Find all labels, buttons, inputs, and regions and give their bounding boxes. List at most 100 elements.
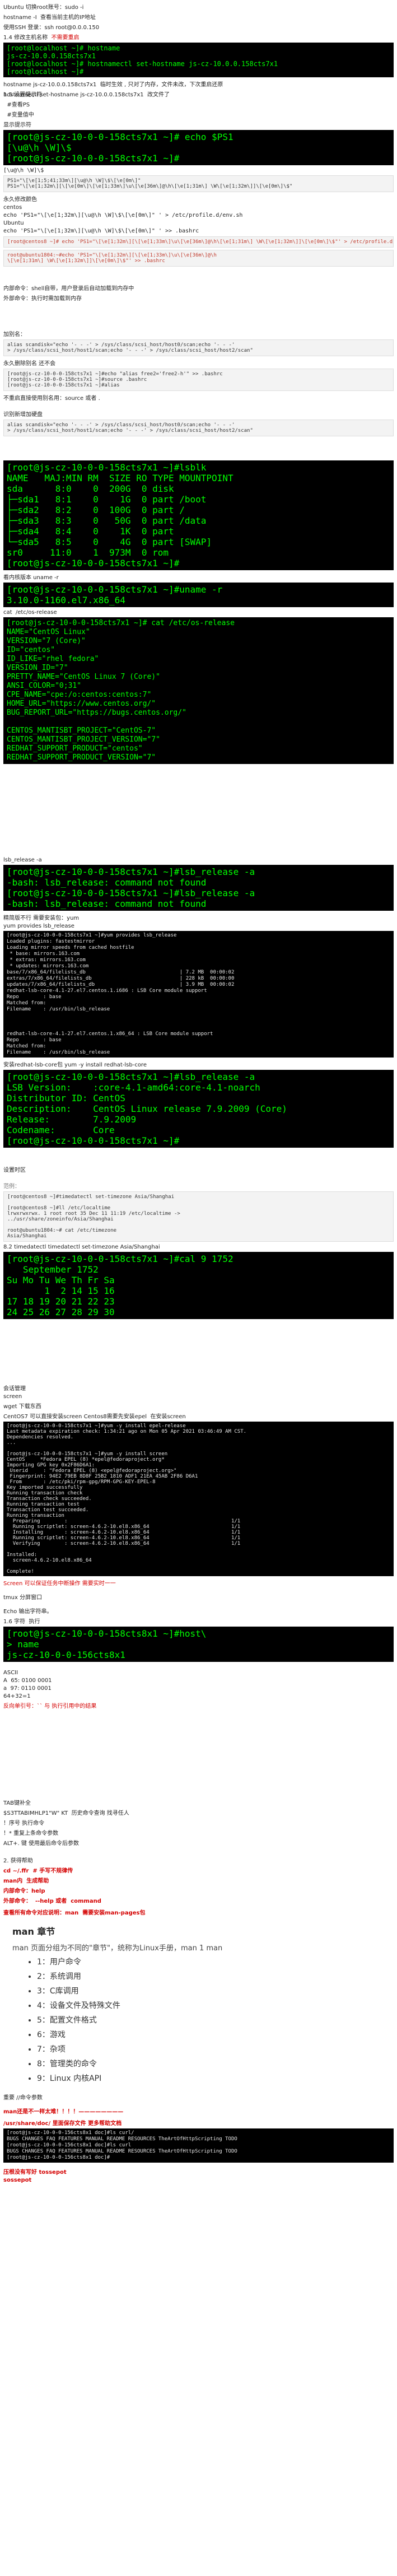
note-line: yum provides lsb_release xyxy=(3,923,74,929)
note-line: 不重启直接使用别名用：source 或者 . xyxy=(3,395,100,402)
note-line: echo 'PS1="\[\e[1;32m\][\u@\h \W]\$\[\e[… xyxy=(3,212,243,218)
terminal-block: [root@js-cz-10-0-0-158cts8x1 ~]#host\ > … xyxy=(3,1627,394,1662)
note-line: 看内核版本 uname -r xyxy=(3,575,59,581)
note-line: 安装redhat-lsb-core包 yum -y install redhat… xyxy=(3,1062,147,1068)
section-timezone: 设置时区 范例： [root@centos8 ~]#timedatectl se… xyxy=(3,1165,394,1321)
document-page: Ubuntu 切换root账号：sudo -i hostname -I 查看当前… xyxy=(0,0,397,2576)
note-line: 加别名： xyxy=(3,332,26,338)
terminal-block: [root@js-cz-10-0-0-158cts7x1 ~]#yum prov… xyxy=(3,931,394,1058)
note-line: hostname -I 查看当前主机的IP地址 xyxy=(3,15,96,21)
list-item: 3：C库调用 xyxy=(37,1985,394,1996)
note-line: ASCII xyxy=(3,1670,18,1676)
section-alias: 加别名： alias scandisk="echo '- - -' > /sys… xyxy=(3,329,394,439)
note-line: 永久修改颜色 xyxy=(3,197,37,203)
section-prompt: 1.5 设置提示符 #查看PS #变量值中 显示提示符 [root@js-cz-… xyxy=(3,90,394,236)
terminal-block: [root@js-cz-10-0-0-158cts7x1 ~]#lsb_rele… xyxy=(3,1070,394,1148)
list-item: 5：配置文件格式 xyxy=(37,2014,394,2025)
note-line: A 65: 0100 0001 xyxy=(3,1678,52,1684)
note-line: 会话管理 xyxy=(3,1386,26,1392)
terminal-block: [root@js-cz-10-0-0-158cts7x1 ~]#uname -r… xyxy=(3,583,394,607)
terminal-block: [root@localhost ~]# hostname js-cz-10.0.… xyxy=(3,43,394,77)
note-line: 内部命令：help xyxy=(3,1888,45,1894)
list-item: 9：Linux 内核API xyxy=(37,2072,394,2084)
heading-red-note: 不需要重启 xyxy=(48,35,80,41)
note-line: 显示提示符 xyxy=(3,122,31,128)
note-line: $S3TTABIMHLP1"W" KT 历史命令查询 找寻任人 xyxy=(3,1810,129,1816)
section-hostname: Ubuntu 切换root账号：sudo -i hostname -I 查看当前… xyxy=(3,2,394,100)
section-lsb-release: lsb_release -a [root@js-cz-10-0-0-158cts… xyxy=(3,857,394,1150)
note-line: ALT+. 键 使用最后命令后参数 xyxy=(3,1841,80,1847)
man-section-heading: man 章节 xyxy=(12,1926,55,1937)
terminal-block: [root@js-cz-10-0-0-158cts7x1 ~]#cal 9 17… xyxy=(3,1252,394,1319)
note-line: 外部命令： --help 或者 command xyxy=(3,1898,101,1904)
note-line: 精简版不行 需要安装包：yum xyxy=(3,915,80,921)
heading-text: 1.4 修改主机名称 xyxy=(3,35,48,41)
section-lsblk: [root@js-cz-10-0-0-158cts7x1 ~]#lsblk NA… xyxy=(3,459,394,766)
note-line: Screen 可以保证任务中断操作 需要实时一一 xyxy=(3,1581,116,1587)
note-line: sossepot xyxy=(3,2177,32,2183)
code-block: [root@centos8 ~]# echo 'PS1="\[\e[1;32m\… xyxy=(3,236,394,248)
note-line: 内部命令：shell自带，用户登录后自动加载到内存中 xyxy=(3,286,134,292)
terminal-block: [root@js-cz-10-0-0-158cts7x1 ~]#lsb_rele… xyxy=(3,865,394,911)
note-line: 重要 //命令参数 xyxy=(3,2095,43,2101)
note-line: hostname js-cz-10.0.0.158cts7x1 临时生效 , 只… xyxy=(3,82,223,88)
section-prompt-examples: [root@centos8 ~]# echo 'PS1="\[\e[1;32m\… xyxy=(3,235,394,304)
terminal-block: [root@js-cz-10-0-0-156cts8x1 doc]#ls cur… xyxy=(3,2128,394,2163)
list-item: 8：管理类的命令 xyxy=(37,2058,394,2069)
note-line: /usr/share/doc/ 里面保存文件 更多帮助文档 xyxy=(3,2121,122,2127)
note-line: lsb_release -a xyxy=(3,857,42,863)
note-line: cat /etc/os-release xyxy=(3,609,57,616)
code-block: [root@centos8 ~]#timedatectl set-timezon… xyxy=(3,1191,394,1242)
note-line: 2. 获得帮助 xyxy=(3,1858,33,1864)
note-line: 范例： xyxy=(3,1184,20,1190)
note-line: cd ~/.ffr # 手写不规律传 xyxy=(3,1868,73,1874)
note-line: 外部命令：执行时需加载到内存 xyxy=(3,296,82,302)
list-item: 4：设备文件及特殊文件 xyxy=(37,2000,394,2011)
note-line: TAB键补全 xyxy=(3,1800,31,1806)
note-line: 识别新增加硬盘 xyxy=(3,412,43,418)
note-line: #变量值中 xyxy=(3,112,34,118)
note-line: 反向单引号：`` 与 执行引用中的结果 xyxy=(3,1703,97,1709)
man-chapter-list: 1：用户命令 2：系统调用 3：C库调用 4：设备文件及特殊文件 5：配置文件格… xyxy=(37,1956,394,2084)
note-line: [\u@\h \W]\$ xyxy=(3,167,44,174)
code-block: PS1="\[\e[1;5;41;33m\][\u@\h \W]\$\[\e[0… xyxy=(3,175,394,192)
note-line: Ubuntu xyxy=(3,220,24,226)
note-line: CentOS7 可以直接安装screen Centos8需要先安装epel 在安… xyxy=(3,1414,186,1420)
code-block: alias scandisk="echo '- - -' > /sys/clas… xyxy=(3,420,394,436)
note-line: 使用SSH 登录：ssh root@0.0.0.150 xyxy=(3,25,100,31)
note-line: Ubuntu 切换root账号：sudo -i xyxy=(3,4,84,11)
heading-line: 1.4 修改主机名称 不需要重启 xyxy=(3,32,394,41)
note-line: a 97: 0110 0001 xyxy=(3,1685,52,1692)
note-line: ！* 重复上条命令参数 xyxy=(3,1830,59,1837)
note-line: 64+32=1 xyxy=(3,1693,31,1699)
list-item: 2：系统调用 xyxy=(37,1971,394,1982)
note-line: ！序号 执行命令 xyxy=(3,1820,45,1827)
code-block: root@ubuntu1804:~#echo 'PS1="\[\e[1;32m\… xyxy=(3,250,394,267)
terminal-block: [root@js-cz-10-0-0-158cts7x1 ~]# echo $P… xyxy=(3,130,394,165)
terminal-block: [root@js-cz-10-0-0-158cts7x1 ~]#yum -y i… xyxy=(3,1422,394,1576)
note-line: 设置时区 xyxy=(3,1167,26,1173)
list-item: 7：杂项 xyxy=(37,2043,394,2055)
list-item: 1：用户命令 xyxy=(37,1956,394,1967)
list-item: 6：游戏 xyxy=(37,2029,394,2040)
note-line: 查看所有命令对应说明：man 需要安装man-pages包 xyxy=(3,1910,146,1916)
note-line: 8.2 timedatectl timedatectl set-timezone… xyxy=(3,1244,160,1250)
note-line: man还是不一样太难！！！！———————— xyxy=(3,2109,124,2115)
note-line: #查看PS xyxy=(3,102,30,108)
note-line: wget 下载东西 xyxy=(3,1404,41,1410)
terminal-block: [root@js-cz-10-0-0-158cts7x1 ~]#lsblk NA… xyxy=(3,460,394,570)
man-description: man 页面分组为不同的"章节"，统称为Linux手册，man 1 man xyxy=(12,1944,223,1953)
note-line: centos xyxy=(3,204,22,211)
note-line: screen xyxy=(3,1394,22,1400)
note-line: 1.6 字符 执行 xyxy=(3,1619,40,1625)
note-line: tmux 分屏窗口 xyxy=(3,1595,43,1601)
note-line: 压根没有写好 tossepot xyxy=(3,2169,67,2176)
heading-line: 1.5 设置提示符 xyxy=(3,92,43,98)
note-line: Echo 输出字符串。 xyxy=(3,1609,53,1615)
terminal-block: [root@js-cz-10-0-0-158cts7x1 ~]# cat /et… xyxy=(3,617,394,764)
section-screen: 会话管理 screen wget 下载东西 CentOS7 可以直接安装scre… xyxy=(3,1384,394,1711)
section-help: TAB键补全 $S3TTABIMHLP1"W" KT 历史命令查询 找寻任人 ！… xyxy=(3,1798,394,2185)
note-line: echo 'PS1="\[\e[1;32m\][\u@\h \W]\$\[\e[… xyxy=(3,228,199,234)
note-line: man内 生成帮助 xyxy=(3,1878,49,1884)
code-block: [root@js-cz-10-0-0-158cts7x1 ~]#echo "al… xyxy=(3,369,394,391)
